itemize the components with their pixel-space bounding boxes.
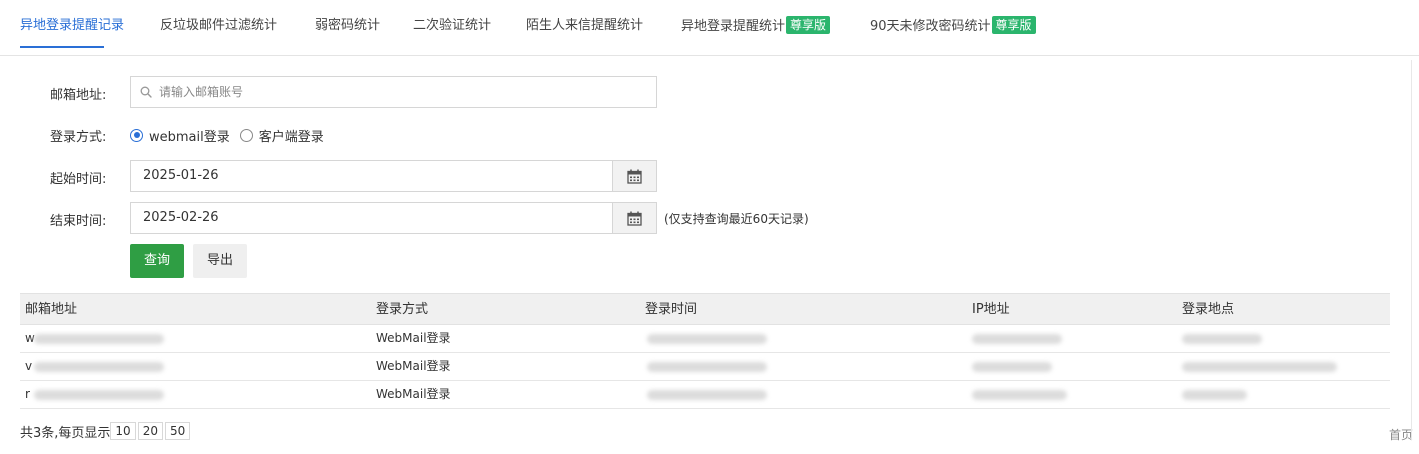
redacted-email [34, 334, 164, 344]
radio-label: 客户端登录 [258, 129, 324, 145]
calendar-icon [627, 211, 642, 226]
tab-remote-login-records[interactable]: 异地登录提醒记录 [20, 16, 124, 36]
tab-spam-filter-stats[interactable]: 反垃圾邮件过滤统计 [160, 16, 277, 36]
tab-label: 陌生人来信提醒统计 [526, 18, 644, 33]
redacted-email [34, 362, 164, 372]
search-icon [140, 86, 152, 98]
table-header: 邮箱地址 登录方式 登录时间 IP地址 登录地点 [20, 293, 1390, 325]
start-calendar-button[interactable] [612, 161, 656, 191]
column-header-location: 登录地点 [1182, 302, 1235, 317]
end-date-value: 2025-02-26 [143, 210, 219, 225]
tab-stranger-mail-stats[interactable]: 陌生人来信提醒统计 [526, 16, 643, 36]
redacted-location [1182, 334, 1262, 344]
scrollbar-track[interactable] [1411, 60, 1412, 440]
end-calendar-button[interactable] [612, 203, 656, 233]
first-page-link[interactable]: 首页 [1389, 426, 1413, 443]
login-method-label: 登录方式: [50, 130, 107, 145]
email-search-field[interactable] [130, 76, 657, 108]
start-date-value: 2025-01-26 [143, 168, 219, 183]
query-range-hint: (仅支持查询最近60天记录) [664, 212, 809, 226]
radio-label: webmail登录 [149, 129, 230, 145]
radio-button[interactable] [239, 128, 253, 142]
table-row[interactable]: r WebMail登录 [20, 381, 1390, 409]
column-header-email: 邮箱地址 [25, 302, 78, 317]
page-size-20[interactable]: 20 [137, 422, 163, 440]
table-row[interactable]: w WebMail登录 [20, 325, 1390, 353]
table-row[interactable]: v WebMail登录 [20, 353, 1390, 381]
end-time-label: 结束时间: [50, 214, 107, 229]
tab-label: 异地登录提醒记录 [20, 18, 125, 33]
column-header-login-method: 登录方式 [376, 302, 429, 317]
tab-weak-password-stats[interactable]: 弱密码统计 [315, 16, 380, 36]
login-records-table: 邮箱地址 登录方式 登录时间 IP地址 登录地点 w WebMail登录 v W… [20, 293, 1390, 409]
record-count-summary: 共3条,每页显示 [20, 425, 111, 441]
login-method-cell: WebMail登录 [376, 359, 451, 373]
email-search-input[interactable] [159, 77, 639, 107]
tab-bar: 异地登录提醒记录 反垃圾邮件过滤统计 弱密码统计 二次验证统计 陌生人来信提醒统… [0, 0, 1419, 56]
export-button[interactable]: 导出 [193, 244, 247, 278]
page-size-10[interactable]: 10 [110, 422, 136, 440]
tab-2fa-stats[interactable]: 二次验证统计 [413, 16, 491, 36]
redacted-ip [972, 362, 1052, 372]
radio-client[interactable]: 客户端登录 [239, 126, 324, 145]
tab-label: 90天未修改密码统计 [870, 19, 991, 34]
tab-label: 异地登录提醒统计 [681, 19, 786, 34]
redacted-time [647, 362, 767, 372]
column-header-ip: IP地址 [972, 302, 1010, 317]
email-prefix: v [25, 359, 33, 373]
login-method-radio-group: webmail登录 客户端登录 [130, 125, 334, 145]
radio-button-checked[interactable] [130, 128, 143, 142]
start-date-field[interactable]: 2025-01-26 [130, 160, 657, 192]
tab-label: 反垃圾邮件过滤统计 [160, 18, 278, 33]
redacted-email [34, 390, 164, 400]
query-button[interactable]: 查询 [130, 244, 184, 278]
redacted-ip [972, 390, 1067, 400]
page-size-50[interactable]: 50 [164, 422, 191, 440]
end-date-field[interactable]: 2025-02-26 [130, 202, 657, 234]
redacted-ip [972, 334, 1062, 344]
premium-badge: 尊享版 [991, 16, 1036, 34]
redacted-location [1182, 390, 1247, 400]
premium-badge: 尊享版 [786, 16, 831, 34]
redacted-location [1182, 362, 1337, 372]
start-time-label: 起始时间: [50, 172, 107, 187]
login-method-cell: WebMail登录 [376, 387, 451, 401]
email-prefix: r [25, 387, 30, 401]
tab-90day-password-stats[interactable]: 90天未修改密码统计 尊享版 [870, 16, 1036, 36]
redacted-time [647, 334, 767, 344]
calendar-icon [627, 169, 642, 184]
radio-webmail[interactable]: webmail登录 [130, 126, 230, 145]
pagination-bar: 共3条,每页显示 10 20 50 [20, 421, 192, 441]
tab-label: 弱密码统计 [315, 18, 381, 33]
active-tab-indicator [20, 46, 104, 48]
tab-remote-login-stats[interactable]: 异地登录提醒统计 尊享版 [681, 16, 831, 36]
redacted-time [647, 390, 767, 400]
column-header-login-time: 登录时间 [645, 302, 698, 317]
tab-label: 二次验证统计 [413, 18, 492, 33]
login-method-cell: WebMail登录 [376, 331, 451, 345]
email-label: 邮箱地址: [50, 88, 107, 103]
